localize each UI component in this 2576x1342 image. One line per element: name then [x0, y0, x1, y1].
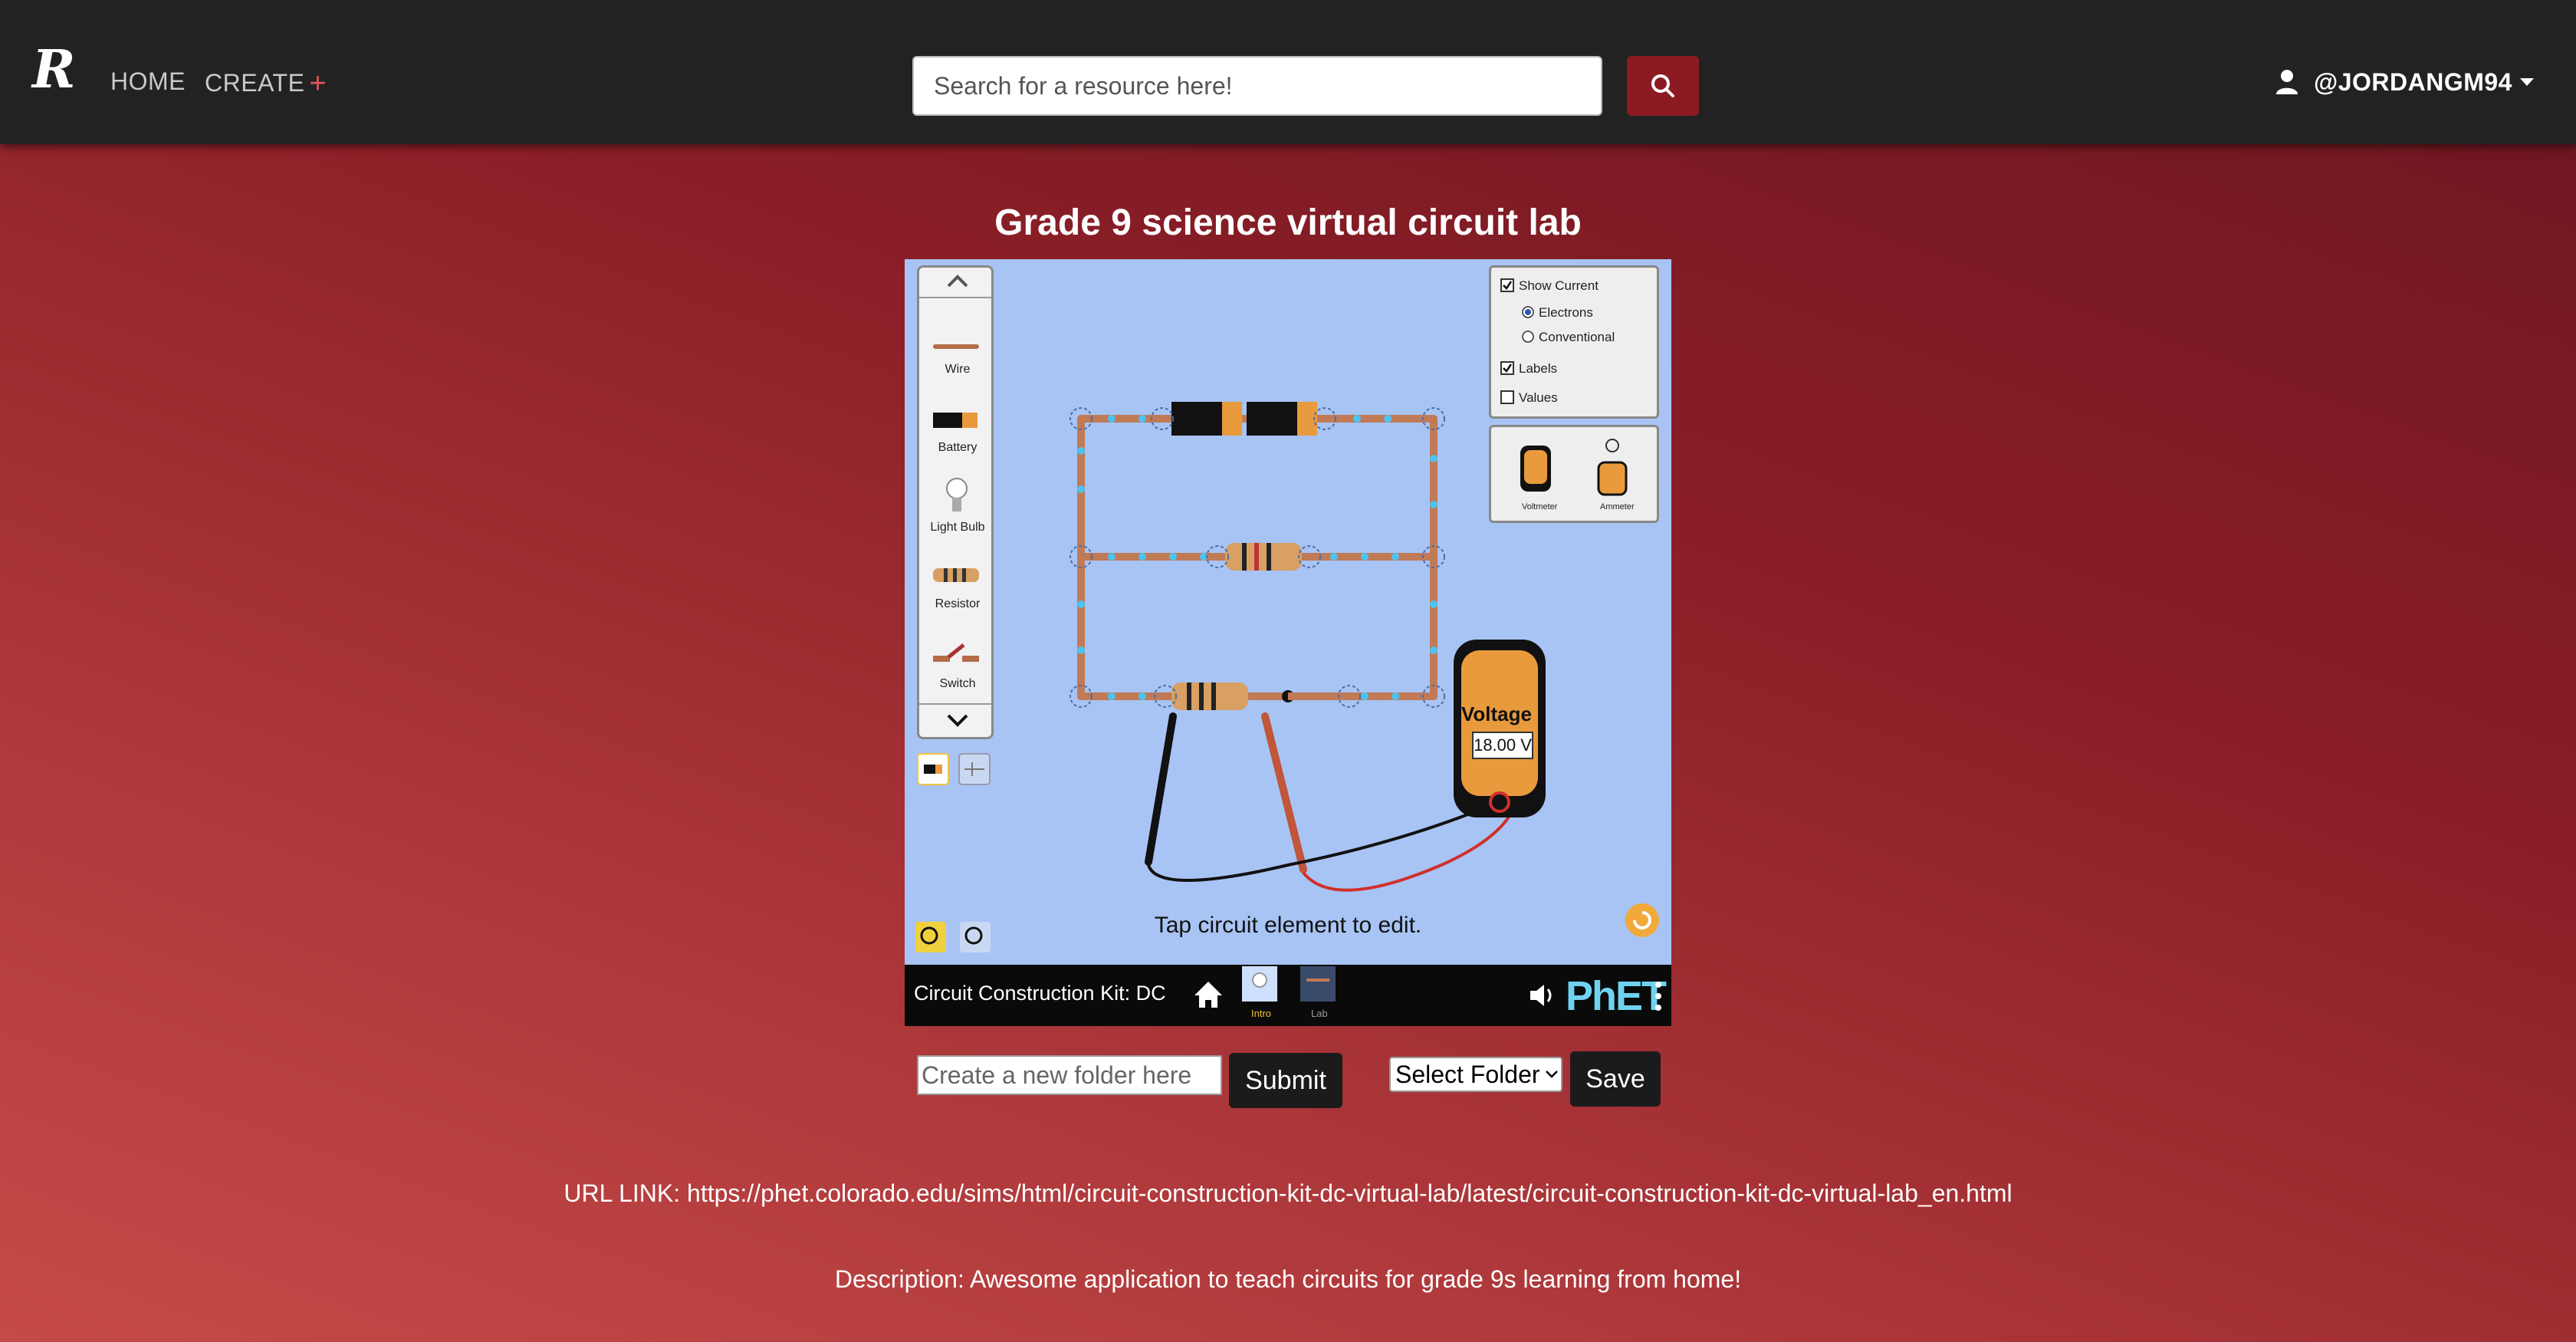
simulation-preview[interactable]: Wire Battery Light Bulb Resistor Switch — [905, 259, 1671, 1026]
sim-hint-text: Tap circuit element to edit. — [1154, 913, 1422, 938]
radio-selected-icon[interactable] — [1522, 306, 1534, 318]
submit-folder-button[interactable]: Submit — [1229, 1053, 1342, 1108]
labels-label: Labels — [1519, 361, 1558, 376]
intro-screen-label: Intro — [1251, 1008, 1272, 1019]
conventional-label: Conventional — [1539, 330, 1615, 344]
new-folder-input[interactable] — [917, 1055, 1222, 1095]
show-current-label: Show Current — [1519, 278, 1598, 293]
sim-options-panel: Show Current Electrons Conventional Labe… — [1489, 265, 1659, 419]
svg-text:R: R — [31, 40, 76, 100]
nav-home-link[interactable]: HOME — [110, 67, 186, 96]
checkbox-checked-icon[interactable] — [1500, 361, 1514, 375]
ammeter-icon[interactable] — [1589, 435, 1635, 499]
search-input[interactable] — [912, 56, 1602, 116]
sim-meter-panel: Voltmeter Ammeter — [1489, 425, 1659, 523]
user-menu[interactable]: @JORDANGM94 — [2275, 63, 2535, 101]
voltmeter-icon[interactable] — [1513, 439, 1559, 499]
lab-screen-icon[interactable] — [1299, 965, 1337, 1003]
checkbox-unchecked-icon[interactable] — [1500, 390, 1514, 404]
sim-kit-title: Circuit Construction Kit: DC — [914, 982, 1166, 1005]
site-logo[interactable]: R — [31, 40, 84, 101]
nav-create-label: CREATE — [205, 69, 305, 97]
lab-screen-label: Lab — [1311, 1008, 1328, 1019]
voltmeter-tool-label: Voltmeter — [1522, 502, 1558, 511]
values-label: Values — [1519, 390, 1558, 405]
chevron-down-icon — [1545, 1071, 1558, 1078]
plus-icon: + — [309, 67, 327, 100]
search-button[interactable] — [1627, 56, 1699, 116]
user-handle: @JORDANGM94 — [2314, 67, 2512, 96]
voltmeter-title: Voltage — [1461, 702, 1532, 725]
sim-navbar: Circuit Construction Kit: DC Intro Lab P… — [905, 965, 1671, 1026]
intro-screen-icon[interactable] — [1240, 965, 1279, 1003]
home-icon[interactable] — [1193, 980, 1224, 1009]
folder-select-value: Select Folder — [1395, 1060, 1540, 1088]
search-icon — [1651, 74, 1674, 97]
page-title: Grade 9 science virtual circuit lab — [994, 202, 1582, 243]
save-button[interactable]: Save — [1570, 1051, 1661, 1107]
electrons-label: Electrons — [1539, 305, 1593, 320]
folder-select[interactable]: Select Folder — [1389, 1057, 1562, 1092]
resource-description: Description: Awesome application to teac… — [834, 1265, 1742, 1293]
voltmeter-reading: 18.00 V — [1472, 732, 1533, 759]
nav-create-link[interactable]: CREATE + — [205, 67, 327, 100]
checkbox-checked-icon[interactable] — [1500, 278, 1514, 292]
resource-url[interactable]: URL LINK: https://phet.colorado.edu/sims… — [0, 1179, 2576, 1208]
sound-icon[interactable] — [1527, 982, 1558, 1009]
chevron-down-icon — [2519, 78, 2534, 86]
top-navbar: R HOME CREATE+ @JORDANGM94 — [0, 0, 2576, 144]
ammeter-tool-label: Ammeter — [1600, 502, 1635, 511]
radio-unselected-icon[interactable] — [1522, 331, 1534, 343]
user-icon — [2276, 70, 2298, 94]
kebab-menu-icon[interactable] — [1654, 980, 1662, 1012]
phet-logo[interactable]: PhET — [1566, 972, 1667, 1020]
